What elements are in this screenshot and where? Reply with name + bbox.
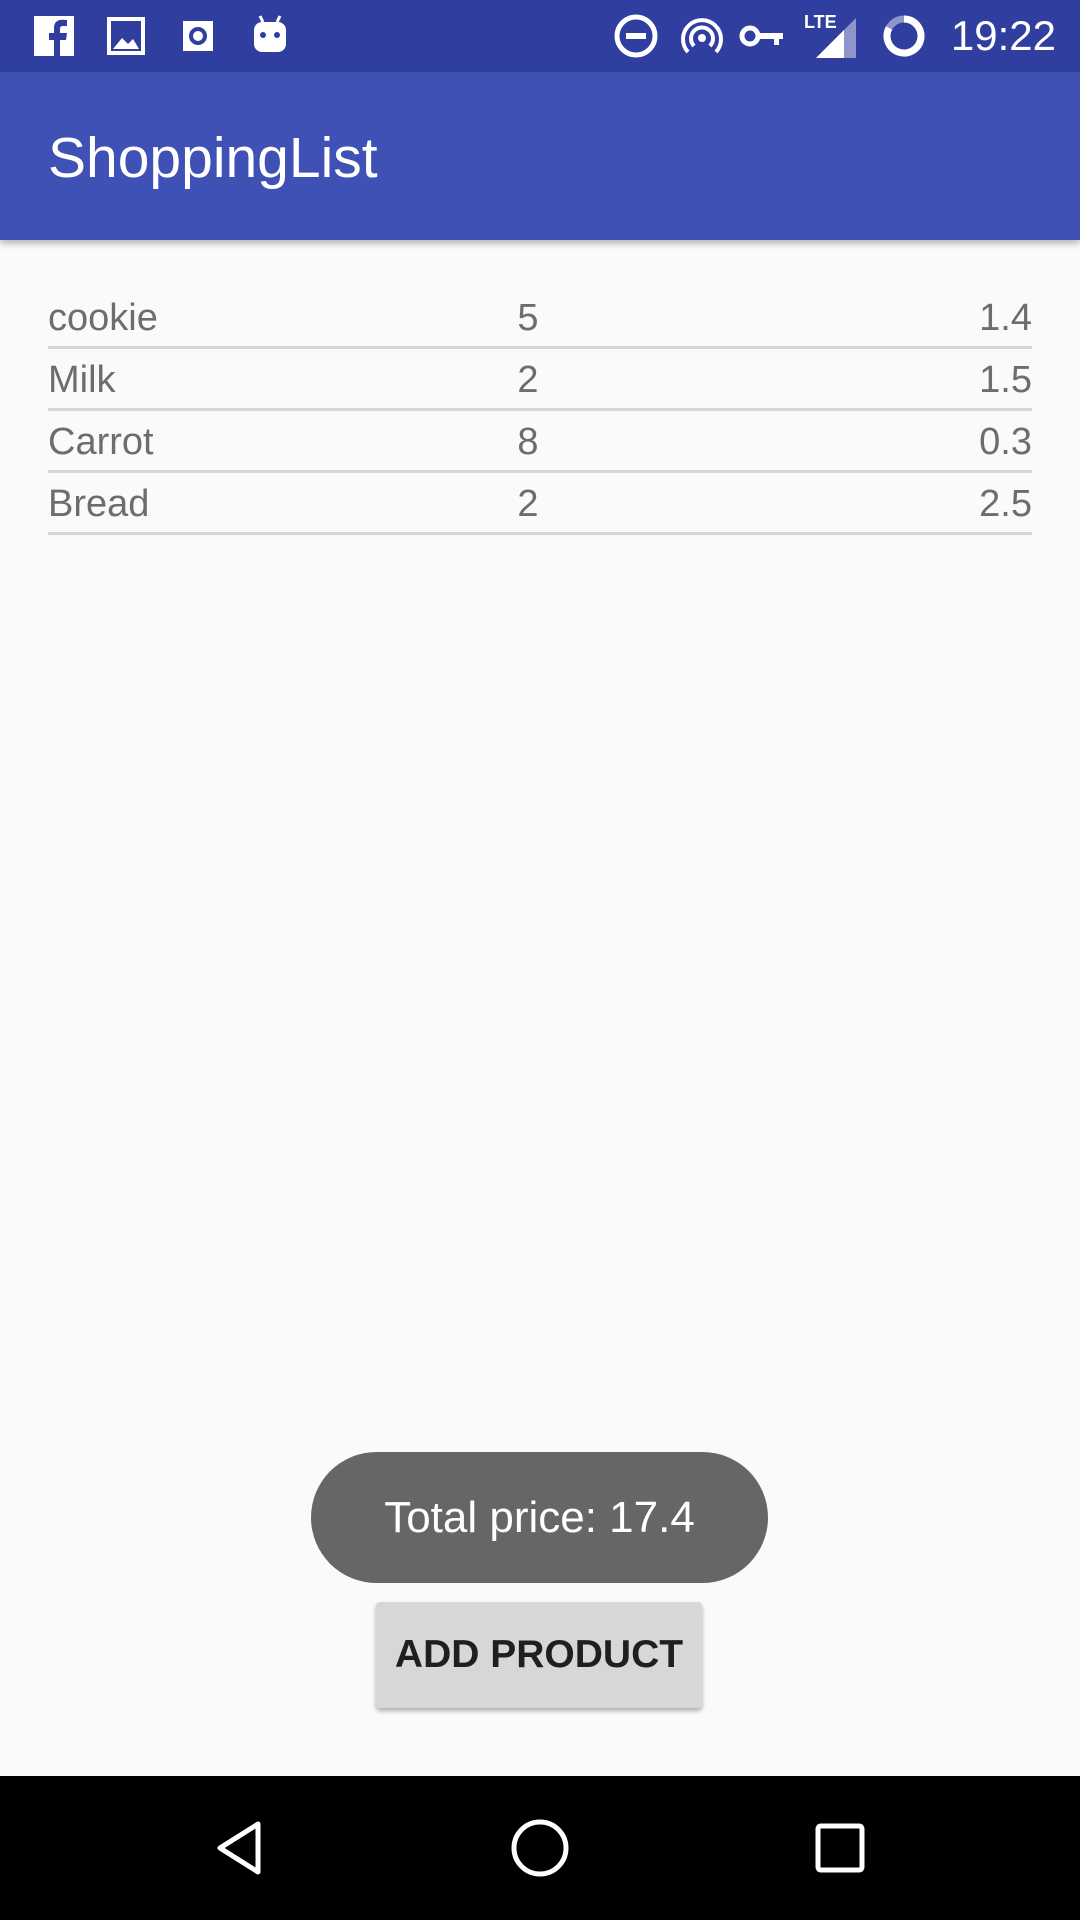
vpn-key-icon — [738, 12, 786, 60]
total-price-toast: Total price: 17.4 — [311, 1452, 768, 1583]
product-quantity: 2 — [517, 483, 539, 525]
product-name: Carrot — [48, 421, 154, 463]
gallery-icon — [102, 12, 150, 60]
do-not-disturb-icon — [612, 12, 660, 60]
product-quantity: 8 — [517, 421, 539, 463]
recents-icon[interactable] — [792, 1800, 888, 1896]
product-price: 2.5 — [979, 483, 1032, 525]
product-quantity: 2 — [517, 359, 539, 401]
product-name: Milk — [48, 359, 116, 401]
product-row[interactable]: Milk 2 1.5 — [48, 350, 1032, 411]
screen: LTE 19:22 ShoppingList cookie 5 1.4 Milk… — [0, 0, 1080, 1920]
product-row[interactable]: Carrot 8 0.3 — [48, 412, 1032, 473]
battery-icon — [880, 12, 928, 60]
outlook-icon — [174, 12, 222, 60]
hotspot-icon — [678, 12, 726, 60]
product-price: 0.3 — [979, 421, 1032, 463]
product-list: cookie 5 1.4 Milk 2 1.5 Carrot 8 0.3 Bre… — [48, 288, 1032, 536]
product-price: 1.4 — [979, 297, 1032, 339]
facebook-icon — [30, 12, 78, 60]
status-bar: LTE 19:22 — [0, 0, 1080, 72]
toast-text: Total price: 17.4 — [384, 1492, 695, 1542]
add-product-button[interactable]: ADD PRODUCT — [376, 1602, 702, 1708]
product-quantity: 5 — [517, 297, 539, 339]
product-name: Bread — [48, 483, 150, 525]
android-icon — [246, 12, 294, 60]
lte-signal-icon: LTE — [804, 12, 860, 60]
product-name: cookie — [48, 297, 158, 339]
home-icon[interactable] — [492, 1800, 588, 1896]
product-row[interactable]: cookie 5 1.4 — [48, 288, 1032, 349]
product-price: 1.5 — [979, 359, 1032, 401]
app-bar: ShoppingList — [0, 72, 1080, 240]
app-title: ShoppingList — [48, 126, 378, 190]
status-clock: 19:22 — [950, 12, 1056, 59]
back-icon[interactable] — [192, 1800, 288, 1896]
product-row[interactable]: Bread 2 2.5 — [48, 474, 1032, 535]
navigation-bar — [0, 1776, 1080, 1920]
